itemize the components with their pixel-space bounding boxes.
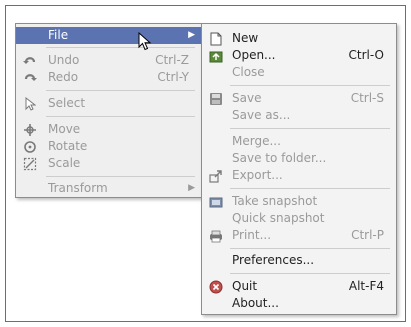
menu-item-open-shortcut: Ctrl-O xyxy=(348,48,384,62)
separator xyxy=(46,176,195,177)
quit-icon xyxy=(208,279,223,294)
menu-item-undo-label: Undo xyxy=(48,53,80,67)
new-document-icon xyxy=(208,31,223,46)
menu-item-save-to-folder[interactable]: Save to folder... xyxy=(202,150,396,167)
menu-item-export[interactable]: Export... xyxy=(202,167,396,184)
menu-item-open[interactable]: Open... Ctrl-O xyxy=(202,47,396,64)
menu-item-redo-shortcut: Ctrl-Y xyxy=(157,70,189,84)
menu-item-move-label: Move xyxy=(48,122,81,136)
menu-item-take-snapshot-label: Take snapshot xyxy=(232,194,318,208)
context-menu: File ▶ Undo Ctrl-Z Redo Ctrl-Y Select Mo… xyxy=(15,23,202,198)
separator xyxy=(230,85,390,86)
menu-item-close[interactable]: Close xyxy=(202,64,396,81)
menu-item-rotate[interactable]: Rotate xyxy=(16,138,201,155)
pointer-icon xyxy=(22,96,37,111)
menu-item-open-label: Open... xyxy=(232,48,276,62)
menu-item-quit[interactable]: Quit Alt-F4 xyxy=(202,278,396,295)
separator xyxy=(46,90,195,91)
separator xyxy=(46,116,195,117)
menu-item-about[interactable]: About... xyxy=(202,295,396,312)
menu-item-merge[interactable]: Merge... xyxy=(202,133,396,150)
scale-icon xyxy=(22,156,37,171)
move-icon xyxy=(22,122,37,137)
menu-item-select[interactable]: Select xyxy=(16,95,201,112)
separator xyxy=(46,47,195,48)
menu-item-new-label: New xyxy=(232,31,259,45)
menu-item-export-label: Export... xyxy=(232,168,283,182)
menu-item-save-as-label: Save as... xyxy=(232,108,291,122)
menu-item-transform[interactable]: Transform ▶ xyxy=(16,180,201,197)
separator xyxy=(230,188,390,189)
menu-item-file-label: File xyxy=(48,28,69,42)
menu-item-undo[interactable]: Undo Ctrl-Z xyxy=(16,52,201,69)
menu-item-save-to-folder-label: Save to folder... xyxy=(232,151,327,165)
separator xyxy=(230,248,390,249)
menu-item-transform-label: Transform xyxy=(48,181,108,195)
file-submenu: New Open... Ctrl-O Close Save Ctrl-S Sav… xyxy=(201,23,397,315)
chevron-right-icon: ▶ xyxy=(188,183,195,193)
menu-item-preferences-label: Preferences... xyxy=(232,253,315,267)
menu-item-scale-label: Scale xyxy=(48,156,81,170)
menu-item-quick-snapshot-label: Quick snapshot xyxy=(232,211,325,225)
menu-item-quit-shortcut: Alt-F4 xyxy=(348,279,384,293)
open-icon xyxy=(208,48,223,63)
menu-item-quit-label: Quit xyxy=(232,279,258,293)
menu-item-print-shortcut: Ctrl-P xyxy=(351,228,384,242)
undo-icon xyxy=(22,53,37,68)
menu-item-new[interactable]: New xyxy=(202,30,396,47)
menu-item-print[interactable]: Print... Ctrl-P xyxy=(202,227,396,244)
snapshot-icon xyxy=(208,194,223,209)
separator xyxy=(230,128,390,129)
menu-item-print-label: Print... xyxy=(232,228,272,242)
menu-item-save-as[interactable]: Save as... xyxy=(202,107,396,124)
menu-item-take-snapshot[interactable]: Take snapshot xyxy=(202,193,396,210)
menu-item-merge-label: Merge... xyxy=(232,134,281,148)
rotate-icon xyxy=(22,139,37,154)
chevron-right-icon: ▶ xyxy=(188,30,195,40)
save-icon xyxy=(208,91,223,106)
mouse-cursor-icon xyxy=(138,32,152,51)
menu-item-redo-label: Redo xyxy=(48,70,79,84)
export-icon xyxy=(208,168,223,183)
menu-item-redo[interactable]: Redo Ctrl-Y xyxy=(16,69,201,86)
menu-item-scale[interactable]: Scale xyxy=(16,155,201,172)
menu-item-select-label: Select xyxy=(48,96,86,110)
menu-item-rotate-label: Rotate xyxy=(48,139,88,153)
menu-item-undo-shortcut: Ctrl-Z xyxy=(155,53,189,67)
menu-item-move[interactable]: Move xyxy=(16,121,201,138)
menu-item-save[interactable]: Save Ctrl-S xyxy=(202,90,396,107)
separator xyxy=(230,273,390,274)
redo-icon xyxy=(22,70,37,85)
menu-item-about-label: About... xyxy=(232,296,279,310)
menu-item-save-label: Save xyxy=(232,91,262,105)
menu-item-preferences[interactable]: Preferences... xyxy=(202,252,396,269)
menu-item-file[interactable]: File ▶ xyxy=(16,27,201,44)
menu-item-close-label: Close xyxy=(232,65,265,79)
print-icon xyxy=(208,228,223,243)
menu-item-quick-snapshot[interactable]: Quick snapshot xyxy=(202,210,396,227)
menu-item-save-shortcut: Ctrl-S xyxy=(350,91,384,105)
